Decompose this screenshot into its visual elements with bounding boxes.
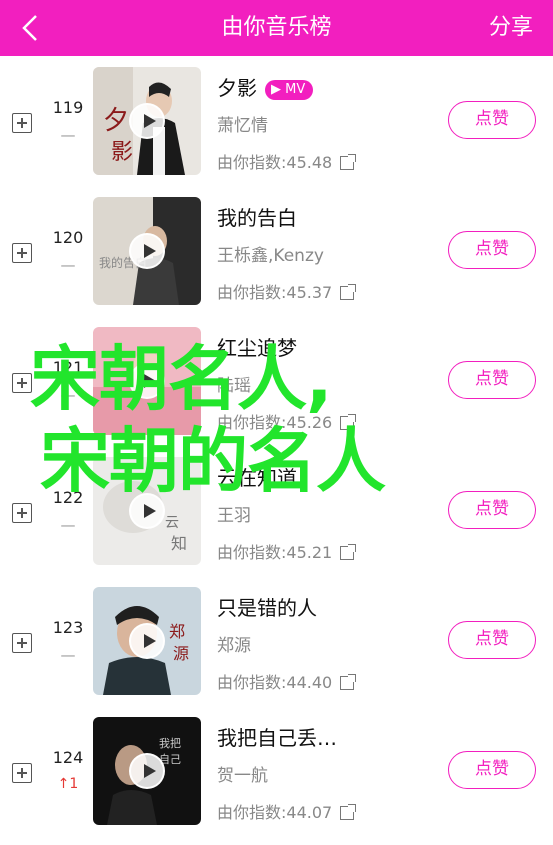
- album-cover[interactable]: 云 知: [93, 457, 201, 565]
- play-icon[interactable]: [129, 233, 165, 269]
- popularity-index: 由你指数:45.21: [217, 539, 357, 563]
- share-button[interactable]: 分享: [489, 0, 533, 56]
- artist-name[interactable]: 贺一航: [217, 761, 268, 786]
- play-icon[interactable]: [129, 753, 165, 789]
- add-to-playlist-button[interactable]: [12, 373, 32, 393]
- rank-change: —: [60, 386, 76, 404]
- album-cover[interactable]: 我把 自己: [93, 717, 201, 825]
- svg-text:知: 知: [171, 534, 187, 553]
- rank-change: —: [60, 256, 76, 274]
- song-row: 122 — 云 知 云在知道 王羽 由你指数:45.21 点赞: [0, 446, 553, 576]
- play-icon[interactable]: [129, 493, 165, 529]
- artist-name[interactable]: 郑源: [217, 631, 251, 656]
- like-button[interactable]: 点赞: [448, 621, 536, 659]
- cover-title-text: 夕: [103, 106, 129, 136]
- rank-up-indicator: ↑1: [57, 776, 79, 792]
- rank-change: —: [60, 516, 76, 534]
- rank-number: 123: [52, 618, 84, 637]
- rank-number: 121: [52, 358, 84, 377]
- song-title[interactable]: 夕影 ▶ MV: [217, 72, 314, 101]
- external-link-icon[interactable]: [340, 674, 357, 690]
- svg-text:我把: 我把: [159, 736, 181, 750]
- rank-number: 120: [52, 228, 84, 247]
- popularity-index-text: 由你指数:45.26: [217, 413, 333, 432]
- album-cover[interactable]: 郑 源: [93, 587, 201, 695]
- external-link-icon[interactable]: [340, 414, 357, 430]
- album-cover[interactable]: 我的告白: [93, 197, 201, 305]
- popularity-index: 由你指数:44.07: [217, 799, 357, 823]
- external-link-icon[interactable]: [340, 804, 357, 820]
- artist-name[interactable]: 萧忆情: [217, 111, 268, 136]
- svg-text:云: 云: [165, 515, 179, 531]
- external-link-icon[interactable]: [340, 154, 357, 170]
- external-link-icon[interactable]: [340, 544, 357, 560]
- popularity-index: 由你指数:45.26: [217, 409, 357, 433]
- popularity-index: 由你指数:45.37: [217, 279, 357, 303]
- album-cover[interactable]: 夕 影: [93, 67, 201, 175]
- artist-name[interactable]: 陆瑶: [217, 371, 251, 396]
- page-title: 由你音乐榜: [221, 15, 332, 40]
- rank-number: 119: [52, 98, 84, 117]
- song-row: 123 — 郑 源 只是错的人 郑源 由你指数:44.40 点赞: [0, 576, 553, 706]
- add-to-playlist-button[interactable]: [12, 113, 32, 133]
- song-title-text: 夕影: [217, 76, 257, 100]
- artist-name[interactable]: 王栎鑫,Kenzy: [217, 241, 324, 266]
- play-triangle-icon: ▶: [271, 81, 286, 97]
- song-title-text: 只是错的人: [217, 596, 317, 620]
- like-button[interactable]: 点赞: [448, 101, 536, 139]
- svg-text:源: 源: [173, 644, 189, 663]
- song-title-text: 云在知道: [217, 466, 297, 490]
- rank-change: —: [60, 126, 76, 144]
- song-row: 120 — 我的告白 我的告白 王栎鑫,Kenzy 由你指数:45.37 点赞: [0, 186, 553, 316]
- popularity-index: 由你指数:44.40: [217, 669, 357, 693]
- popularity-index-text: 由你指数:44.07: [217, 803, 333, 822]
- play-icon[interactable]: [129, 103, 165, 139]
- add-to-playlist-button[interactable]: [12, 763, 32, 783]
- mv-badge[interactable]: ▶ MV: [265, 79, 314, 100]
- song-title-text: 我的告白: [217, 206, 297, 230]
- mv-label: MV: [285, 81, 306, 97]
- popularity-index: 由你指数:45.48: [217, 149, 357, 173]
- popularity-index-text: 由你指数:45.21: [217, 543, 333, 562]
- song-row: 121 — 红尘追梦 陆瑶 由你指数:45.26 点赞: [0, 316, 553, 446]
- song-title[interactable]: 云在知道: [217, 462, 297, 491]
- song-title[interactable]: 红尘追梦: [217, 332, 297, 361]
- rank-number: 124: [52, 748, 84, 767]
- artist-name[interactable]: 王羽: [217, 501, 251, 526]
- top-bar: 由你音乐榜 分享: [0, 0, 553, 56]
- like-button[interactable]: 点赞: [448, 231, 536, 269]
- like-button[interactable]: 点赞: [448, 751, 536, 789]
- external-link-icon[interactable]: [340, 284, 357, 300]
- play-icon[interactable]: [129, 363, 165, 399]
- song-title[interactable]: 我把自己丢…: [217, 722, 337, 751]
- song-title-text: 红尘追梦: [217, 336, 297, 360]
- popularity-index-text: 由你指数:45.37: [217, 283, 333, 302]
- song-title[interactable]: 我的告白: [217, 202, 297, 231]
- rank-number: 122: [52, 488, 84, 507]
- song-title-text: 我把自己丢…: [217, 726, 337, 750]
- song-title[interactable]: 只是错的人: [217, 592, 317, 621]
- svg-text:郑: 郑: [169, 622, 185, 641]
- popularity-index-text: 由你指数:44.40: [217, 673, 333, 692]
- song-list: 119 — 夕 影 夕影 ▶ MV 萧忆情 由你指数:45.48 点赞 120 —: [0, 56, 553, 836]
- song-row: 124 ↑1 我把 自己 我把自己丢… 贺一航 由你指数:44.07 点赞: [0, 706, 553, 836]
- song-row: 119 — 夕 影 夕影 ▶ MV 萧忆情 由你指数:45.48 点赞: [0, 56, 553, 186]
- popularity-index-text: 由你指数:45.48: [217, 153, 333, 172]
- play-icon[interactable]: [129, 623, 165, 659]
- album-cover[interactable]: [93, 327, 201, 435]
- add-to-playlist-button[interactable]: [12, 243, 32, 263]
- rank-change: —: [60, 646, 76, 664]
- add-to-playlist-button[interactable]: [12, 503, 32, 523]
- like-button[interactable]: 点赞: [448, 491, 536, 529]
- svg-text:影: 影: [111, 140, 133, 165]
- like-button[interactable]: 点赞: [448, 361, 536, 399]
- add-to-playlist-button[interactable]: [12, 633, 32, 653]
